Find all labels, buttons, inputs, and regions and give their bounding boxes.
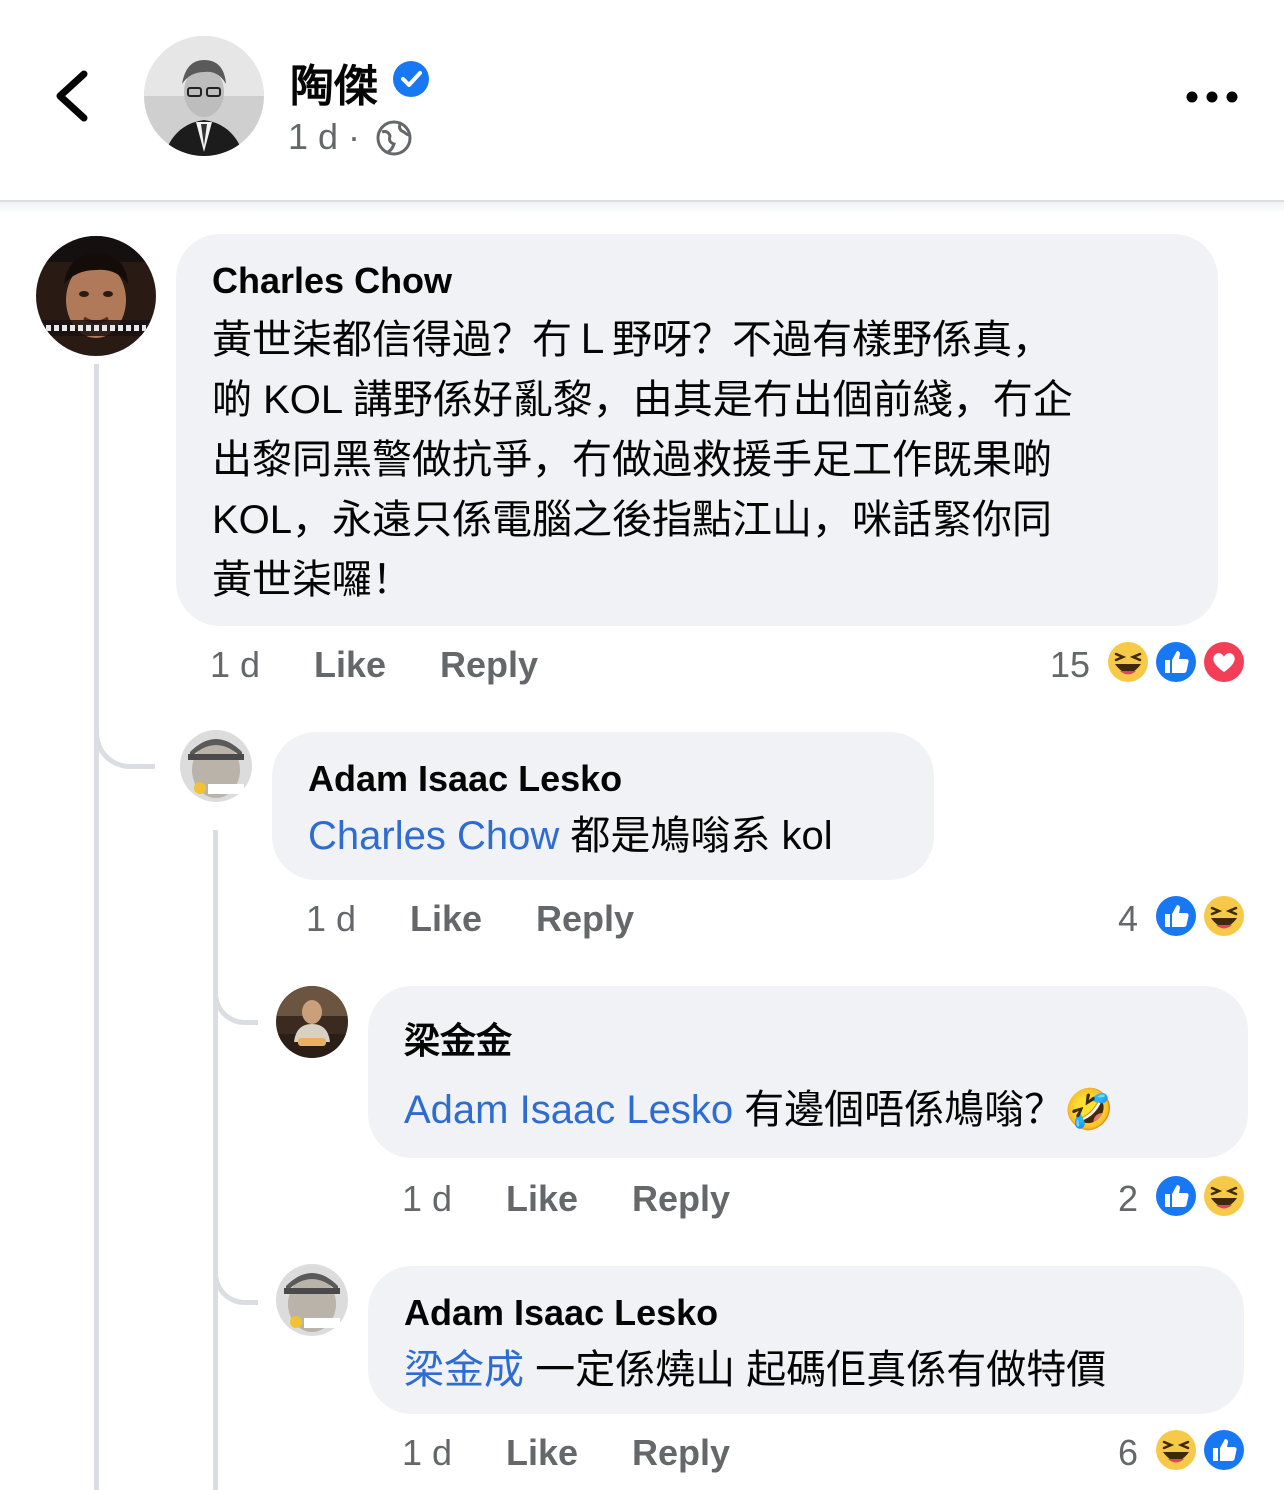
like-reaction-icon (1201, 1427, 1247, 1473)
reply-button[interactable]: Reply (536, 898, 634, 940)
thread-curve-reply-1 (94, 700, 155, 769)
thread-curve-reply-3 (213, 1240, 258, 1305)
verified-badge-icon (393, 61, 429, 97)
haha-reaction-icon (1105, 639, 1151, 685)
reaction-count[interactable]: 2 (1078, 1178, 1138, 1220)
mention-link[interactable]: 梁金成 (404, 1348, 524, 1392)
like-reaction-icon (1153, 893, 1199, 939)
comment-time: 1 d (210, 644, 261, 685)
commenter-avatar[interactable] (276, 1264, 348, 1336)
post-timestamp: 1 d · (288, 116, 361, 157)
thread-line-main (94, 364, 99, 1490)
like-reaction-icon (1153, 639, 1199, 685)
comment-text-line: 啲 KOL 講野係好亂黎，由其是冇出個前綫，冇企 (212, 378, 1073, 422)
author-name[interactable]: 陶傑 (290, 50, 378, 114)
globe-icon (376, 120, 412, 156)
more-options-icon[interactable] (1180, 80, 1244, 114)
comment-time: 1 d (402, 1432, 453, 1473)
reaction-count[interactable]: 4 (1078, 898, 1138, 940)
like-button[interactable]: Like (506, 1178, 578, 1220)
thread-curve-reply-2 (213, 960, 258, 1025)
comment-author[interactable]: 梁金金 (404, 1012, 512, 1064)
comment-text-line: KOL，永遠只係電腦之後指點江山，咪話緊你同 (212, 498, 1053, 542)
mention-link[interactable]: Adam Isaac Lesko (404, 1088, 733, 1132)
comment-body: 一定係燒山 起碼佢真係有做特價 (524, 1348, 1107, 1392)
love-reaction-icon (1201, 639, 1247, 685)
comment-author[interactable]: Adam Isaac Lesko (308, 758, 622, 800)
comment-body: 有邊個唔係鳩嗡？🤣 (733, 1088, 1114, 1132)
haha-reaction-icon (1201, 893, 1247, 939)
post-header: 陶傑 1 d · (0, 0, 1284, 202)
comment-text: Adam Isaac Lesko 有邊個唔係鳩嗡？🤣 (404, 1080, 1114, 1140)
back-chevron-icon[interactable] (48, 66, 98, 126)
thread-line-nested (213, 830, 218, 1490)
commenter-avatar[interactable] (36, 236, 156, 356)
commenter-avatar[interactable] (180, 730, 252, 802)
haha-reaction-icon (1201, 1173, 1247, 1219)
comment-text: 黃世柒都信得過？冇Ｌ野呀？不過有樣野係真， 啲 KOL 講野係好亂黎，由其是冇出… (212, 310, 1202, 610)
author-avatar[interactable] (144, 36, 264, 156)
like-reaction-icon (1153, 1173, 1199, 1219)
haha-reaction-icon (1153, 1427, 1199, 1473)
comment-author[interactable]: Charles Chow (212, 260, 452, 302)
mention-link[interactable]: Charles Chow (308, 814, 559, 858)
comment-body: 都是鳩嗡系 kol (559, 814, 833, 858)
comment-author[interactable]: Adam Isaac Lesko (404, 1292, 718, 1334)
comment-time: 1 d (402, 1178, 453, 1219)
reaction-count[interactable]: 6 (1078, 1432, 1138, 1474)
reaction-count[interactable]: 15 (1030, 644, 1090, 686)
like-button[interactable]: Like (314, 644, 386, 686)
comment-text: Charles Chow 都是鳩嗡系 kol (308, 806, 833, 866)
reply-button[interactable]: Reply (440, 644, 538, 686)
reply-button[interactable]: Reply (632, 1178, 730, 1220)
comment-text-line: 黃世柒囉！ (212, 558, 412, 602)
header-shadow (0, 202, 1284, 214)
comment-time: 1 d (306, 898, 357, 939)
commenter-avatar[interactable] (276, 986, 348, 1058)
comment-text: 梁金成 一定係燒山 起碼佢真係有做特價 (404, 1340, 1106, 1400)
reply-button[interactable]: Reply (632, 1432, 730, 1474)
like-button[interactable]: Like (506, 1432, 578, 1474)
like-button[interactable]: Like (410, 898, 482, 940)
comment-text-line: 出黎同黑警做抗爭，冇做過救援手足工作既果啲 (212, 438, 1052, 482)
comment-text-line: 黃世柒都信得過？冇Ｌ野呀？不過有樣野係真， (212, 318, 1052, 362)
